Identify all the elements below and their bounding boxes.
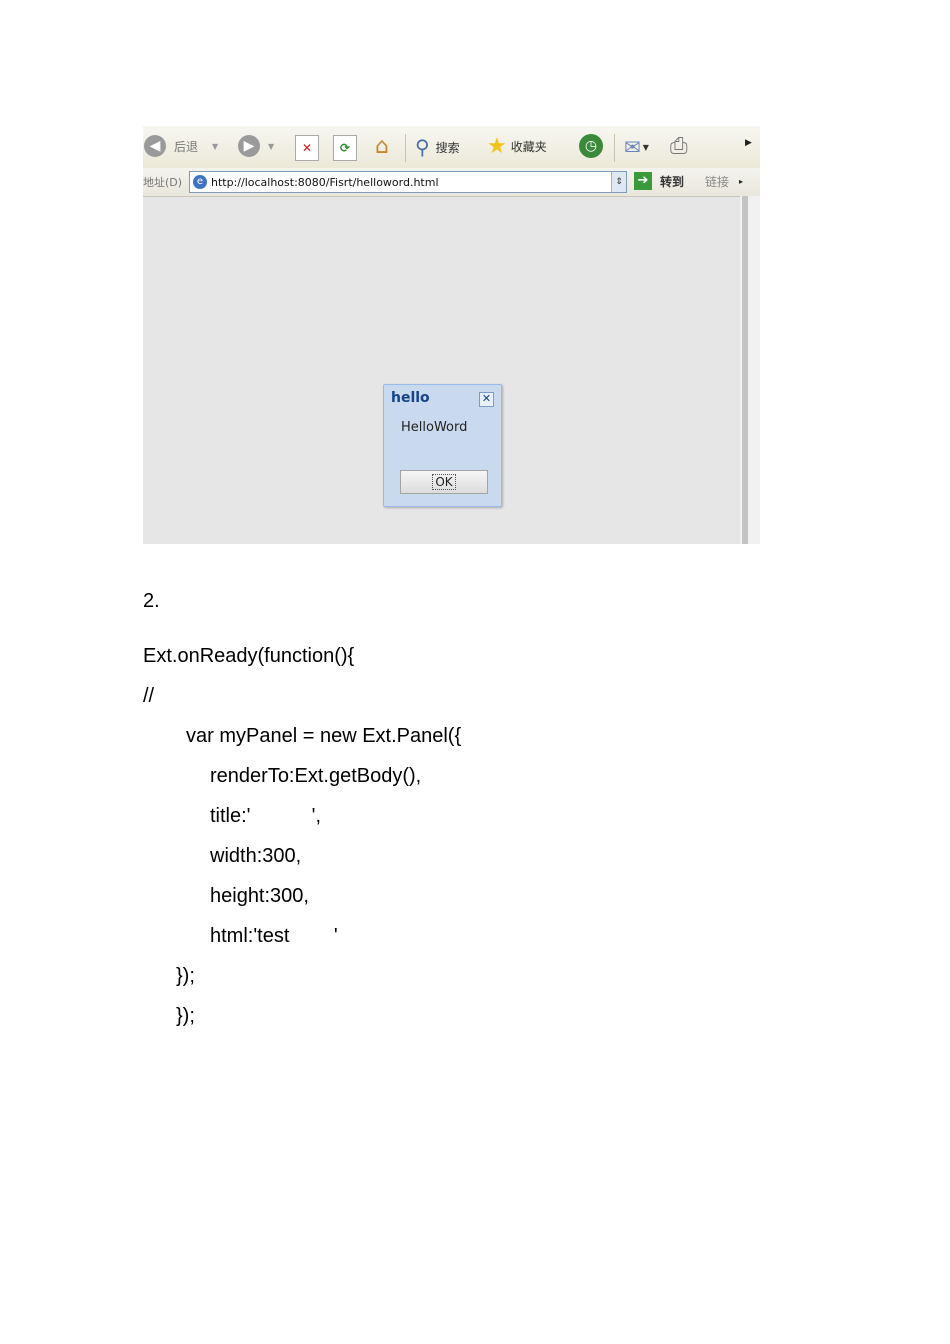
search-icon: ⚲: [415, 135, 430, 159]
step-number: 2.: [143, 590, 160, 612]
dialog-title: hello: [391, 390, 430, 406]
go-button[interactable]: ➔ 转到: [634, 172, 684, 190]
toolbar-separator: [405, 134, 406, 162]
toolbar-overflow-icon[interactable]: ▶: [745, 138, 752, 148]
search-button[interactable]: ⚲ 搜索: [415, 135, 460, 159]
toolbar-separator: [614, 134, 615, 162]
refresh-icon[interactable]: ⟳: [333, 135, 357, 161]
links-label: 链接: [705, 175, 730, 189]
browser-screenshot: ◀ 后退 ▼ ▶ ▼ ✕ ⟳ ⌂ ⚲ 搜索 ★ 收藏夹 ◷ ✉ ▼ ⎙ ▶ 地址…: [143, 126, 760, 544]
page-icon: e: [193, 175, 207, 189]
links-button[interactable]: 链接 ▸: [705, 173, 743, 190]
forward-arrow-icon: ▶: [238, 135, 260, 157]
forward-button[interactable]: ▶ ▼: [238, 135, 274, 157]
address-input[interactable]: e http://localhost:8080/Fisrt/helloword.…: [189, 171, 627, 193]
code-line: });: [176, 1005, 195, 1027]
mail-icon: ✉: [624, 135, 641, 159]
message-dialog: hello ✕ HelloWord OK: [383, 384, 502, 507]
chevron-down-icon: ▼: [642, 142, 649, 152]
address-dropdown-icon[interactable]: ⇕: [611, 172, 626, 192]
stop-icon[interactable]: ✕: [295, 135, 319, 161]
search-label: 搜索: [435, 140, 460, 155]
history-button[interactable]: ◷: [579, 134, 603, 158]
go-arrow-icon: ➔: [634, 172, 652, 190]
star-icon: ★: [487, 134, 507, 159]
code-line: height:300,: [210, 885, 309, 907]
favorites-label: 收藏夹: [510, 140, 547, 154]
ok-label: OK: [432, 474, 456, 490]
code-line: });: [176, 965, 195, 987]
printer-icon: ⎙: [670, 134, 688, 159]
code-line: //: [143, 685, 155, 707]
chevron-down-icon: ▼: [268, 141, 275, 151]
code-line: renderTo:Ext.getBody(),: [210, 765, 422, 787]
code-line: var myPanel = new Ext.Panel({: [186, 725, 462, 747]
browser-toolbar: ◀ 后退 ▼ ▶ ▼ ✕ ⟳ ⌂ ⚲ 搜索 ★ 收藏夹 ◷ ✉ ▼ ⎙ ▶: [143, 126, 760, 168]
mail-button[interactable]: ✉ ▼: [624, 135, 649, 159]
code-line: Ext.onReady(function(){: [143, 645, 355, 667]
links-overflow-icon: ▸: [739, 177, 744, 186]
address-url: http://localhost:8080/Fisrt/helloword.ht…: [211, 175, 439, 189]
code-line: html:'test ': [210, 925, 338, 947]
back-label: 后退: [174, 139, 199, 154]
print-button[interactable]: ⎙: [670, 134, 688, 159]
chevron-down-icon: ▼: [212, 141, 219, 151]
history-icon: ◷: [579, 134, 603, 158]
go-label: 转到: [660, 174, 685, 189]
address-label: 地址(D): [143, 176, 183, 189]
dialog-message: HelloWord: [401, 420, 468, 435]
address-bar: 地址(D) e http://localhost:8080/Fisrt/hell…: [143, 168, 760, 197]
close-icon[interactable]: ✕: [479, 392, 494, 407]
code-line: width:300,: [210, 845, 302, 867]
vertical-scrollbar[interactable]: [740, 196, 760, 544]
ok-button[interactable]: OK: [400, 470, 488, 494]
back-arrow-icon: ◀: [144, 135, 166, 157]
favorites-button[interactable]: ★ 收藏夹: [487, 134, 547, 159]
back-button[interactable]: ◀ 后退 ▼: [144, 135, 218, 157]
scrollbar-thumb[interactable]: [742, 196, 748, 544]
home-icon[interactable]: ⌂: [369, 133, 395, 159]
code-line: title:' ',: [210, 805, 321, 827]
